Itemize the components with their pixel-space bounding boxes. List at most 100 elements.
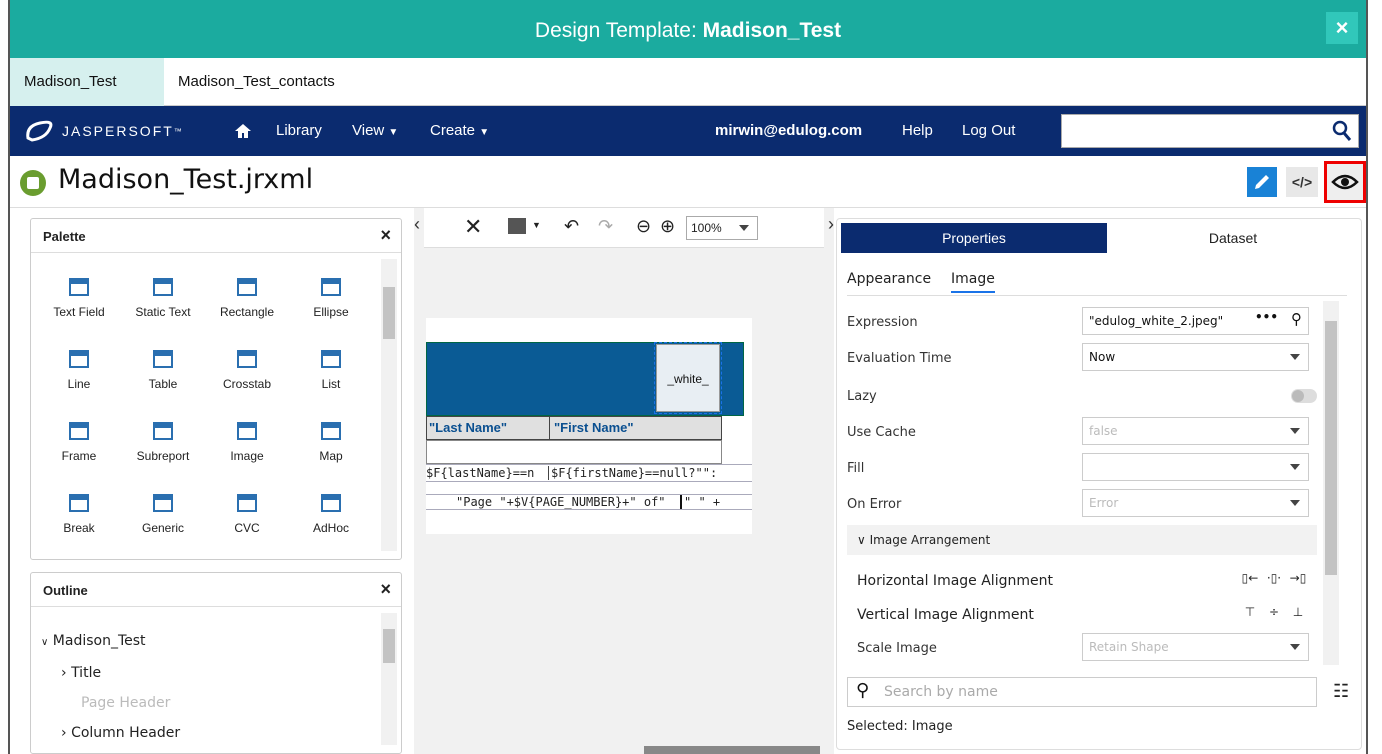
nav-view[interactable]: View ▼ (352, 106, 398, 158)
detail-first-name[interactable]: $F{firstName}==null?"": (548, 466, 717, 480)
nav-logout[interactable]: Log Out (962, 106, 1015, 156)
report-preview[interactable]: _white_ "Last Name" "First Name" $F{last… (426, 318, 752, 534)
on-error-value: Error (1089, 496, 1119, 510)
nav-user[interactable]: mirwin@edulog.com (715, 106, 862, 156)
align-right-icon[interactable]: →▯ (1289, 571, 1307, 589)
evaluation-time-select[interactable]: Now (1082, 343, 1309, 371)
canvas-h-scrollbar[interactable] (644, 746, 820, 754)
align-center-icon[interactable]: ·▯· (1265, 571, 1283, 589)
expression-field[interactable]: "edulog_white_2.jpeg" ••• ⚲ (1082, 307, 1309, 335)
palette-item-break[interactable]: Break (39, 491, 119, 535)
nav-help[interactable]: Help (902, 106, 933, 156)
chevron-down-icon[interactable]: ▼ (532, 220, 541, 230)
palette-item-line[interactable]: Line (39, 347, 119, 391)
tab-dataset[interactable]: Dataset (1107, 223, 1359, 253)
palette-item-ellipse[interactable]: Ellipse (291, 275, 371, 319)
property-search-input[interactable]: ⚲ Search by name (847, 677, 1317, 707)
canvas-toolbar: ✕ ▼ ↶ ↷ ⊖ ⊕ 100% (424, 208, 824, 248)
chevron-down-icon: ∨ (857, 533, 866, 547)
palette-item-image[interactable]: Image (207, 419, 287, 463)
properties-scroll-thumb[interactable] (1325, 321, 1337, 575)
save-icon[interactable] (508, 218, 526, 234)
outline-item-title[interactable]: › Title (61, 665, 101, 681)
page-number-field[interactable]: "Page "+$V{PAGE_NUMBER}+" of" (456, 495, 666, 509)
vertical-alignment-label: Vertical Image Alignment (857, 607, 1034, 623)
code-view-button[interactable]: </> (1286, 167, 1318, 197)
nav-create[interactable]: Create ▼ (430, 106, 489, 158)
design-canvas[interactable]: ‹ › ✕ ▼ ↶ ↷ ⊖ ⊕ 100% _white_ "Last Name"… (414, 208, 834, 754)
palette-scroll-thumb[interactable] (383, 287, 395, 339)
close-palette-button[interactable]: × (380, 225, 391, 246)
align-top-icon[interactable]: ⊤ (1241, 605, 1259, 623)
detail-last-name[interactable]: $F{lastName}==n (426, 466, 534, 480)
outline-root[interactable]: ∨ Madison_Test (41, 633, 146, 649)
palette-item-adhoc[interactable]: AdHoc (291, 491, 371, 535)
palette-item-text-field[interactable]: Text Field (39, 275, 119, 319)
subtab-appearance[interactable]: Appearance (847, 271, 931, 287)
palette-item-subreport[interactable]: Subreport (123, 419, 203, 463)
zoom-out-icon[interactable]: ⊖ (636, 216, 651, 237)
palette-item-rectangle[interactable]: Rectangle (207, 275, 287, 319)
tab-properties[interactable]: Properties (841, 223, 1107, 253)
search-icon[interactable]: ⚲ (1291, 310, 1302, 328)
zoom-in-icon[interactable]: ⊕ (660, 216, 675, 237)
align-middle-icon[interactable]: ÷ (1265, 605, 1283, 623)
nav-library[interactable]: Library (276, 106, 322, 156)
horizontal-alignment-label: Horizontal Image Alignment (857, 573, 1053, 589)
expression-label: Expression (847, 315, 918, 330)
fill-select[interactable] (1082, 453, 1309, 481)
scale-image-select[interactable]: Retain Shape (1082, 633, 1309, 661)
outline-item-column-header[interactable]: › Column Header (61, 725, 180, 741)
palette-item-frame[interactable]: Frame (39, 419, 119, 463)
collapse-right-icon[interactable]: › (828, 214, 834, 235)
scale-image-label: Scale Image (857, 641, 937, 656)
tab-madison-test-contacts[interactable]: Madison_Test_contacts (164, 58, 349, 106)
home-icon[interactable] (234, 106, 252, 160)
palette-item-crosstab[interactable]: Crosstab (207, 347, 287, 391)
scale-image-value: Retain Shape (1089, 640, 1169, 654)
search-icon[interactable] (1332, 120, 1352, 142)
global-search-input[interactable] (1061, 114, 1359, 148)
delete-icon[interactable]: ✕ (464, 214, 482, 240)
palette-item-generic[interactable]: Generic (123, 491, 203, 535)
total-pages-field[interactable]: " " + (680, 495, 720, 509)
use-cache-select[interactable]: false (1082, 417, 1309, 445)
preview-button[interactable] (1324, 161, 1366, 203)
collapse-left-icon[interactable]: ‹ (414, 214, 420, 235)
palette-item-list[interactable]: List (291, 347, 371, 391)
redo-icon[interactable]: ↷ (598, 216, 613, 237)
chevron-down-icon (1290, 464, 1300, 470)
edit-mode-button[interactable] (1247, 167, 1277, 197)
outline-scrollbar[interactable] (381, 613, 397, 745)
detail-band[interactable]: $F{lastName}==n $F{firstName}==null?"": (426, 464, 752, 482)
break-icon (65, 491, 93, 517)
page-footer-band[interactable]: "Page "+$V{PAGE_NUMBER}+" of" " " + (426, 494, 752, 510)
palette-item-label: Crosstab (222, 377, 272, 391)
on-error-select[interactable]: Error (1082, 489, 1309, 517)
palette-item-map[interactable]: Map (291, 419, 371, 463)
image-arrangement-section[interactable]: ∨ Image Arrangement (847, 525, 1317, 555)
palette-item-table[interactable]: Table (123, 347, 203, 391)
filter-settings-icon[interactable]: ☷ (1333, 681, 1349, 702)
outline-scroll-thumb[interactable] (383, 629, 395, 663)
subtab-image[interactable]: Image (951, 271, 995, 293)
palette-item-static-text[interactable]: Static Text (123, 275, 203, 319)
column-header-row[interactable]: "Last Name" "First Name" (426, 416, 722, 440)
zoom-select[interactable]: 100% (686, 216, 758, 240)
palette-scrollbar[interactable] (381, 259, 397, 551)
properties-scrollbar[interactable] (1323, 301, 1339, 665)
undo-icon[interactable]: ↶ (564, 216, 579, 237)
column-first-name[interactable]: "First Name" (549, 417, 638, 439)
align-left-icon[interactable]: ▯← (1241, 571, 1259, 589)
column-last-name[interactable]: "Last Name" (429, 420, 507, 435)
close-dialog-button[interactable]: × (1326, 12, 1358, 44)
palette-item-cvc[interactable]: CVC (207, 491, 287, 535)
tab-madison-test[interactable]: Madison_Test (10, 58, 164, 106)
nav-create-label: Create (430, 122, 476, 139)
lazy-toggle[interactable] (1291, 389, 1317, 403)
more-icon[interactable]: ••• (1255, 310, 1278, 324)
close-outline-button[interactable]: × (380, 579, 391, 600)
align-bottom-icon[interactable]: ⊥ (1289, 605, 1307, 623)
jaspersoft-logo[interactable]: JASPERSOFT ™ (24, 118, 184, 144)
jaspersoft-navbar: JASPERSOFT ™ Library View ▼ Create ▼ mirw… (10, 106, 1366, 156)
